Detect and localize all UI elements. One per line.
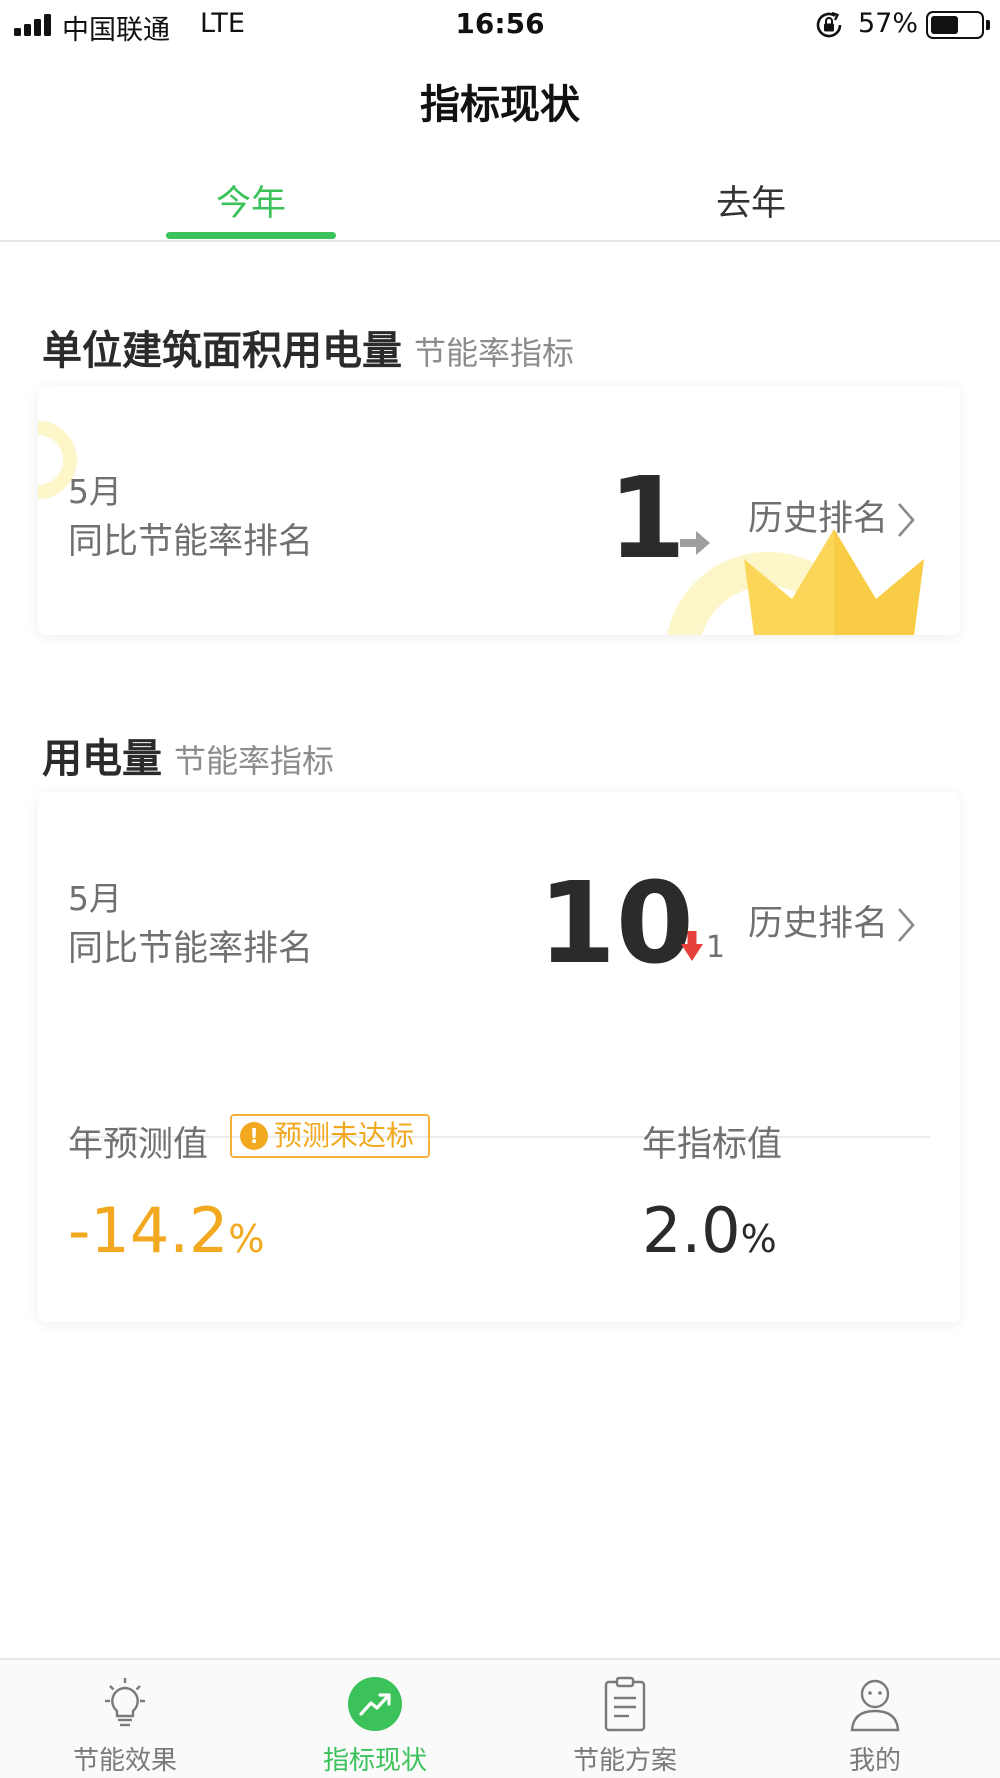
history-ranking-link[interactable]: 历史排名 <box>748 895 916 946</box>
battery-percent: 57% <box>858 8 919 39</box>
history-ranking-link[interactable]: 历史排名 <box>748 490 916 541</box>
ranking-month: 5月 <box>68 879 122 918</box>
ranking-label: 同比节能率排名 <box>68 929 314 969</box>
active-tab-indicator <box>166 232 336 239</box>
crown-icon <box>744 529 924 635</box>
lightbulb-icon <box>105 1678 145 1727</box>
target-label: 年指标值 <box>642 1125 783 1165</box>
rank-number: 1 <box>608 454 686 584</box>
battery-icon <box>926 11 984 39</box>
bottom-tab-energy-plan[interactable]: 节能方案 <box>500 1660 750 1778</box>
bottom-tab-label: 我的 <box>848 1746 901 1776</box>
section-title-building-area: 单位建筑面积用电量 节能率指标 <box>42 318 574 376</box>
clipboard-icon <box>604 1676 646 1732</box>
ranking-month: 5月 <box>68 472 122 511</box>
bottom-tab-bar: 节能效果 指标现状 节能方案 我的 <box>0 1658 1000 1778</box>
target-value: 2.0% <box>642 1200 777 1262</box>
section-title-electricity: 用电量 节能率指标 <box>42 726 334 784</box>
battery-level-fill <box>931 16 958 34</box>
rank-number: 10 <box>538 859 694 989</box>
trend-chart-icon <box>348 1677 402 1731</box>
status-bar: 中国联通 LTE 16:56 57% <box>0 0 1000 50</box>
forecast-label: 年预测值 <box>68 1125 209 1165</box>
status-time: 16:56 <box>455 7 545 40</box>
ranking-card-electricity: 5月 同比节能率排名 10 1 历史排名 年预测值 ! 预测未达标 -14.2% … <box>38 792 960 1322</box>
bottom-tab-label: 指标现状 <box>322 1746 427 1776</box>
warning-badge-text: 预测未达标 <box>274 1119 415 1152</box>
rotation-lock-icon <box>816 11 842 38</box>
history-ranking-label: 历史排名 <box>748 499 889 539</box>
chevron-right-icon <box>898 908 915 942</box>
history-ranking-label: 历史排名 <box>748 904 889 944</box>
rank-change-value: 1 <box>706 930 726 965</box>
forecast-unit: % <box>228 1217 265 1261</box>
section-title-text: 用电量 <box>42 736 162 782</box>
forecast-value: -14.2% <box>68 1200 265 1262</box>
page-title: 指标现状 <box>420 82 580 128</box>
arrow-down-icon <box>681 931 703 961</box>
arrow-right-icon <box>680 531 710 555</box>
warning-icon: ! <box>240 1122 268 1150</box>
battery-tip <box>986 20 990 30</box>
target-unit: % <box>740 1217 777 1261</box>
bottom-tab-indicator-status[interactable]: 指标现状 <box>250 1660 500 1778</box>
year-tabs: 今年 去年 <box>0 160 1000 242</box>
section-title-text: 单位建筑面积用电量 <box>42 328 402 374</box>
bottom-tab-label: 节能方案 <box>572 1746 677 1776</box>
chevron-right-icon <box>898 503 915 537</box>
tab-this-year[interactable]: 今年 <box>101 175 401 226</box>
ranking-label: 同比节能率排名 <box>68 522 314 562</box>
user-icon <box>850 1679 900 1732</box>
section-subtitle: 节能率指标 <box>174 742 335 780</box>
section-subtitle: 节能率指标 <box>414 334 575 372</box>
warning-badge: ! 预测未达标 <box>230 1114 431 1158</box>
bottom-tab-energy-effect[interactable]: 节能效果 <box>0 1660 250 1778</box>
target-number: 2.0 <box>642 1194 741 1267</box>
bottom-tab-label: 节能效果 <box>72 1746 177 1776</box>
tab-last-year[interactable]: 去年 <box>601 175 901 226</box>
forecast-number: -14.2 <box>68 1194 229 1267</box>
ranking-card-building-area: 5月 同比节能率排名 1 历史排名 <box>38 385 960 635</box>
bottom-tab-mine[interactable]: 我的 <box>750 1660 1000 1778</box>
